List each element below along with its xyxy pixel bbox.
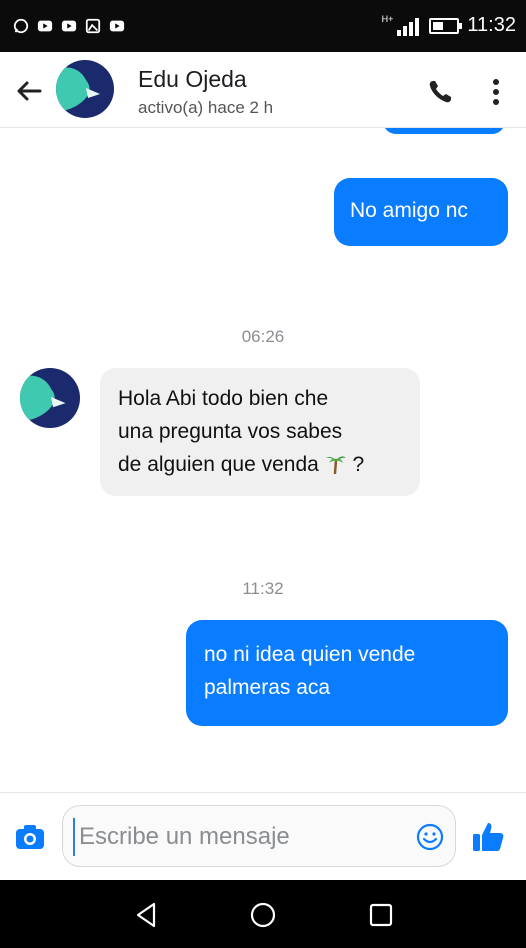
recents-square-icon[interactable] [366, 900, 396, 930]
message-line: Hola Abi todo bien che [118, 387, 329, 410]
phone-icon[interactable] [426, 78, 454, 106]
timestamp: 06:26 [241, 327, 285, 346]
partial-outgoing-bubble [383, 128, 505, 134]
outgoing-message[interactable]: no ni idea quien vende palmeras aca [186, 620, 508, 726]
message-line-with-emoji: de alguien que venda ? [118, 448, 402, 481]
thumbs-up-icon[interactable] [470, 819, 506, 855]
youtube-icon [61, 20, 77, 32]
whatsapp-icon [13, 18, 29, 34]
avatar-image [56, 60, 114, 118]
status-indicators: H+ 11:32 [382, 14, 516, 37]
message-text: No amigo nc [350, 199, 468, 222]
battery-icon [429, 17, 463, 34]
message-composer [0, 792, 526, 880]
youtube-icon [37, 20, 53, 32]
smiley-icon[interactable] [415, 822, 445, 852]
message-suffix: ? [346, 453, 365, 476]
message-line: una pregunta vos sabes [118, 420, 343, 443]
message-input[interactable] [73, 818, 403, 856]
system-nav-bar [0, 880, 526, 948]
home-circle-icon[interactable] [248, 900, 278, 930]
contact-name[interactable]: Edu Ojeda [138, 66, 247, 93]
timestamp: 11:32 [242, 579, 284, 598]
message-list[interactable]: No amigo nc 06:26 Hola Abi todo bien che… [0, 128, 526, 792]
palm-tree-icon [325, 456, 346, 474]
contact-status: activo(a) hace 2 h [138, 98, 274, 117]
outgoing-message[interactable]: No amigo nc [334, 178, 508, 246]
camera-icon[interactable] [14, 823, 46, 851]
contact-avatar[interactable] [56, 60, 114, 118]
more-vertical-icon[interactable] [486, 76, 506, 108]
gallery-icon [85, 18, 101, 34]
youtube-icon [109, 20, 125, 32]
status-bar: H+ 11:32 [0, 0, 526, 52]
message-line: no ni idea quien vende [204, 643, 416, 666]
status-time: 11:32 [467, 14, 516, 36]
network-label: H+ [381, 14, 394, 24]
sender-avatar[interactable] [20, 368, 80, 428]
message-line: de alguien que venda [118, 453, 319, 476]
message-field[interactable] [62, 805, 456, 867]
back-arrow-icon[interactable] [14, 76, 44, 106]
signal-icon [397, 17, 420, 36]
message-line: palmeras aca [204, 676, 331, 699]
incoming-message[interactable]: Hola Abi todo bien che una pregunta vos … [100, 368, 420, 496]
conversation-header: Edu Ojeda activo(a) hace 2 h [0, 52, 526, 128]
back-triangle-icon[interactable] [132, 900, 162, 930]
notification-icons [12, 18, 126, 34]
avatar-image [20, 368, 80, 428]
